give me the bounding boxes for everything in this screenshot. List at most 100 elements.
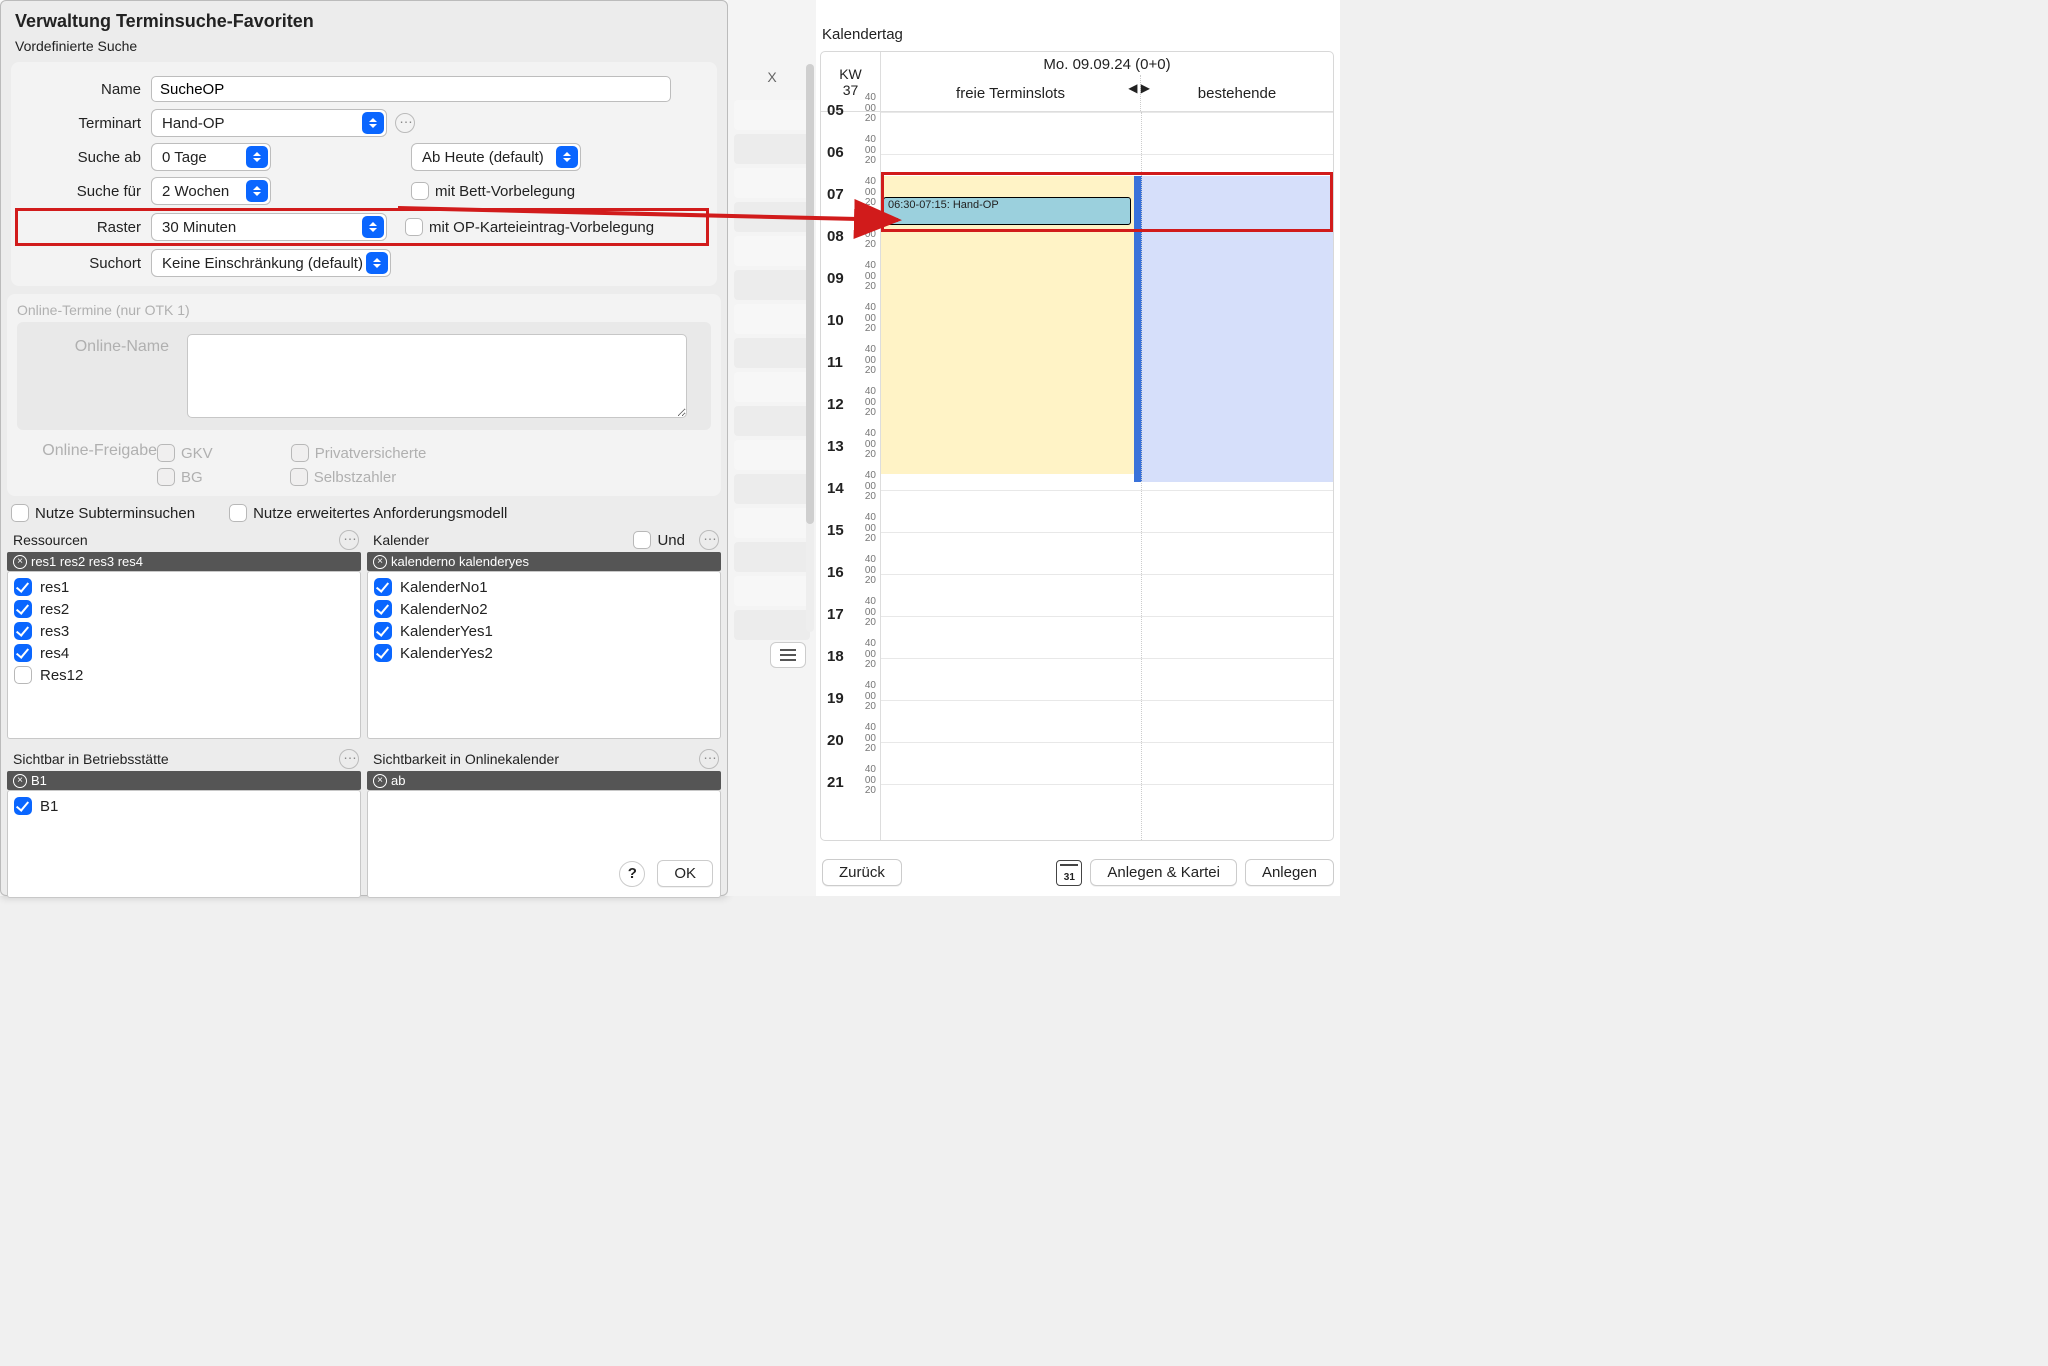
terminart-label: Terminart	[21, 115, 151, 132]
list-item[interactable]: res4	[14, 642, 354, 664]
checkbox-icon	[14, 797, 32, 815]
list-item[interactable]: res2	[14, 598, 354, 620]
ressourcen-filter-bar[interactable]: ×res1 res2 res3 res4	[7, 552, 361, 571]
checkbox-icon	[374, 578, 392, 596]
favorites-dialog: Verwaltung Terminsuche-Favoriten Vordefi…	[0, 0, 728, 896]
anlegen-button[interactable]: Anlegen	[1245, 859, 1334, 886]
sichtbar-bs-gear-icon[interactable]	[339, 749, 359, 769]
name-input[interactable]	[151, 76, 671, 102]
checkbox-icon	[405, 218, 423, 236]
hour-label: 16	[827, 564, 844, 581]
selbst-checkbox[interactable]: Selbstzahler	[290, 468, 397, 486]
minute-labels: 400020	[865, 177, 876, 209]
abheute-select[interactable]: Ab Heute (default)	[411, 143, 581, 171]
ok-button[interactable]: OK	[657, 860, 713, 887]
ressourcen-gear-icon[interactable]	[339, 530, 359, 550]
kalender-filter-bar[interactable]: ×kalenderno kalenderyes	[367, 552, 721, 571]
checkbox-icon	[14, 644, 32, 662]
suchort-select[interactable]: Keine Einschränkung (default)	[151, 249, 391, 277]
minute-labels: 400020	[865, 345, 876, 377]
kalender-list[interactable]: KalenderNo1KalenderNo2KalenderYes1Kalend…	[367, 571, 721, 739]
clear-icon[interactable]: ×	[13, 774, 27, 788]
checkbox-icon	[14, 622, 32, 640]
help-button[interactable]: ?	[619, 861, 645, 887]
filter-icon[interactable]	[770, 642, 806, 668]
kalender-gear-icon[interactable]	[699, 530, 719, 550]
hour-label: 10	[827, 312, 844, 329]
time-axis: 0540002006400020074000200840002009400020…	[821, 112, 881, 840]
ressourcen-panel: Ressourcen ×res1 res2 res3 res4 res1res2…	[7, 528, 361, 739]
bg-row	[734, 236, 810, 266]
suchort-label: Suchort	[21, 255, 151, 272]
bestehende-header[interactable]: bestehende	[1141, 75, 1333, 111]
minute-labels: 400020	[865, 219, 876, 251]
list-item[interactable]: KalenderYes2	[374, 642, 714, 664]
name-label: Name	[21, 81, 151, 98]
bg-row	[734, 474, 810, 504]
sichtbar-bs-filter-bar[interactable]: ×B1	[7, 771, 361, 790]
minute-labels: 400020	[865, 261, 876, 293]
hour-label: 06	[827, 144, 844, 161]
date-label: Mo. 09.09.24 (0+0)	[881, 52, 1333, 75]
highlight-frame	[881, 172, 1333, 232]
list-item[interactable]: res1	[14, 576, 354, 598]
subtermin-checkbox[interactable]: Nutze Subterminsuchen	[11, 504, 195, 522]
minute-labels: 400020	[865, 681, 876, 713]
list-item[interactable]: KalenderYes1	[374, 620, 714, 642]
sichtbar-bs-list[interactable]: B1	[7, 790, 361, 898]
list-item[interactable]: res3	[14, 620, 354, 642]
clear-icon[interactable]: ×	[373, 555, 387, 569]
hour-label: 20	[827, 732, 844, 749]
online-name-textarea[interactable]	[187, 334, 687, 418]
dialog-title: Verwaltung Terminsuche-Favoriten	[1, 7, 727, 34]
clear-icon[interactable]: ×	[13, 555, 27, 569]
ressourcen-list[interactable]: res1res2res3res4Res12	[7, 571, 361, 739]
sichtbar-online-filter-bar[interactable]: ×ab	[367, 771, 721, 790]
hour-label: 15	[827, 522, 844, 539]
calendar-pane: Kalendertag KW 37 Mo. 09.09.24 (0+0) fre…	[816, 0, 1340, 896]
hour-label: 05	[827, 102, 844, 119]
bett-checkbox[interactable]: mit Bett-Vorbelegung	[411, 182, 575, 200]
checkbox-icon	[14, 600, 32, 618]
privat-checkbox[interactable]: Privatversicherte	[291, 444, 427, 462]
middle-strip: X	[728, 0, 816, 896]
und-checkbox[interactable]: Und	[633, 531, 685, 549]
calendar-icon[interactable]	[1056, 860, 1082, 886]
bg-row	[734, 440, 810, 470]
checkbox-icon	[374, 622, 392, 640]
close-x[interactable]: X	[728, 62, 816, 92]
list-item[interactable]: Res12	[14, 664, 354, 686]
terminart-select[interactable]: Hand-OP	[151, 109, 387, 137]
online-termine-section: Online-Termine (nur OTK 1) Online-Name O…	[7, 294, 721, 496]
freie-terminslots-header[interactable]: freie Terminslots ◀ ▶	[881, 75, 1141, 111]
clear-icon[interactable]: ×	[373, 774, 387, 788]
gkv-checkbox[interactable]: GKV	[157, 444, 213, 462]
zurueck-button[interactable]: Zurück	[822, 859, 902, 886]
kalender-panel: Kalender Und ×kalenderno kalenderyes Kal…	[367, 528, 721, 739]
online-section-title: Online-Termine (nur OTK 1)	[17, 302, 711, 322]
sucheab-select[interactable]: 0 Tage	[151, 143, 271, 171]
raster-select[interactable]: 30 Minuten	[151, 213, 387, 241]
minute-labels: 400020	[865, 429, 876, 461]
list-item[interactable]: KalenderNo1	[374, 576, 714, 598]
calendar-body[interactable]: 06:30-07:15: Hand-OP	[881, 112, 1333, 840]
terminart-gear-icon[interactable]	[395, 113, 415, 133]
column-arrows-icon[interactable]: ◀ ▶	[1128, 81, 1150, 95]
predefined-search-label: Vordefinierte Suche	[1, 34, 727, 58]
bg-checkbox[interactable]: BG	[157, 468, 203, 486]
online-freigabe-label: Online-Freigabe	[17, 438, 157, 486]
minute-labels: 400020	[865, 555, 876, 587]
suchefuer-select[interactable]: 2 Wochen	[151, 177, 271, 205]
list-item[interactable]: B1	[14, 795, 354, 817]
list-item[interactable]: KalenderNo2	[374, 598, 714, 620]
minute-labels: 400020	[865, 765, 876, 797]
hour-label: 19	[827, 690, 844, 707]
checkbox-icon	[14, 578, 32, 596]
bg-row	[734, 406, 810, 436]
scrollbar[interactable]	[806, 64, 814, 632]
sichtbar-online-gear-icon[interactable]	[699, 749, 719, 769]
opkartei-checkbox[interactable]: mit OP-Karteieintrag-Vorbelegung	[405, 218, 654, 236]
bg-row	[734, 542, 810, 572]
anforderung-checkbox[interactable]: Nutze erweitertes Anforderungsmodell	[229, 504, 507, 522]
anlegen-kartei-button[interactable]: Anlegen & Kartei	[1090, 859, 1237, 886]
